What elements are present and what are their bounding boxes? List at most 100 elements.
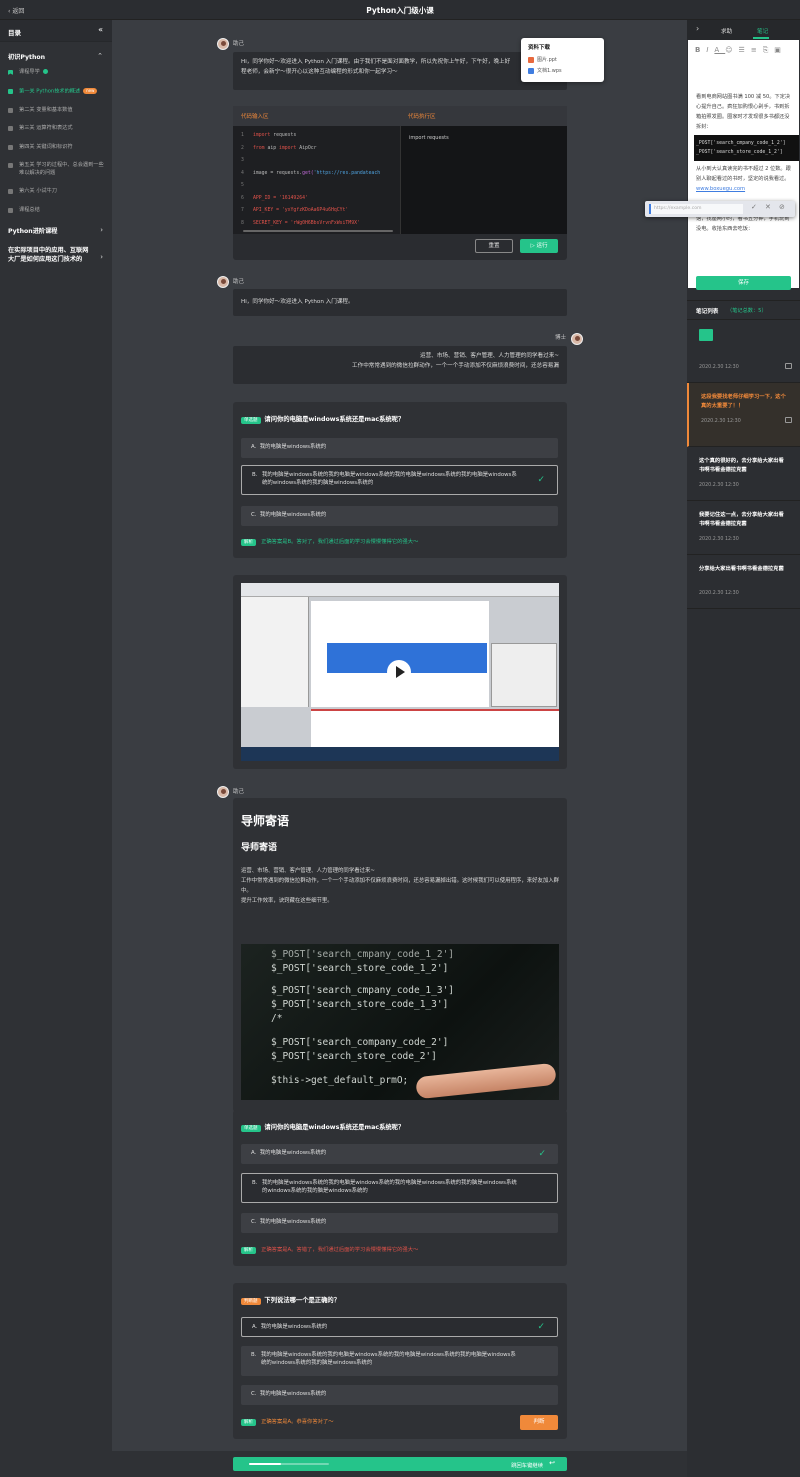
collapse-sidebar-icon[interactable]: «: [98, 25, 103, 34]
note-item[interactable]: 分享给大家出看书啊书看金德拉克菌 2020.2.30 12:30: [687, 555, 800, 609]
sidebar-lesson-item[interactable]: 课程导学: [0, 69, 112, 77]
note-item[interactable]: 这段我要找老师仔细学习一下，这个真的太重要了！！ 2020.2.30 12:30: [687, 383, 800, 447]
sidebar-lesson-item[interactable]: 课程总结: [0, 207, 112, 215]
note-item[interactable]: 这个真的很好的，去分享给大家出看书啊书看金德拉克菌 2020.2.30 12:30: [687, 447, 800, 501]
article-card: 导师寄语 导师寄语 运营、市场、营销、客户管理、人力管理的同学看过来~ 工作中常…: [233, 798, 567, 1112]
quiz-card: 判断题 下列说法哪一个是正确的？ A. 我的电脑是windows系统的 ✓ B. 我…: [233, 1283, 567, 1439]
note-editor[interactable]: BIA☺☰≡⎘▣ 看到电商网站图书满 100 减 50。下定决心提升自己。疯狂加…: [688, 40, 799, 288]
link-input[interactable]: https://example.com: [649, 204, 743, 214]
editor-link[interactable]: www.boxuegu.com: [696, 186, 745, 192]
bold-icon[interactable]: B: [695, 46, 706, 54]
quiz-card: 单选题 请问你的电脑是windows系统还是mac系统呢？ A. 我的电脑是wi…: [233, 1110, 567, 1266]
file-name: 图片.ppt: [537, 57, 557, 63]
sidebar-lesson-item[interactable]: 第二关 变量和基本数值: [0, 107, 112, 115]
lock-icon: [8, 207, 13, 213]
sidebar-lesson-item[interactable]: 第三关 运算符和表达式: [0, 125, 112, 133]
code-input-area[interactable]: 1 import requests 2 from aip import AipOcr 3…: [233, 126, 400, 234]
code-output-label: 代码执行区: [408, 114, 436, 120]
quiz-option-selected[interactable]: B. 我的电脑是windows系统的我的电脑是windows系统的我的电脑是win…: [241, 465, 558, 495]
option-text: 我的电脑是windows系统的我的电脑是windows系统的我的电脑是windo…: [262, 1180, 517, 1194]
message-text: Hi，同学你好～欢迎进入 Python 入门课程。由于我们不是面对面教学，所以先…: [241, 59, 511, 65]
chat-message: Hi，同学你好～欢迎进入 Python 入门课程。: [233, 289, 567, 316]
flag-icon: [8, 70, 13, 75]
check-icon: ✓: [537, 1322, 545, 1332]
tab-help[interactable]: 求助: [721, 27, 732, 35]
attach-icon[interactable]: ⎘: [763, 46, 775, 54]
flag-icon: [8, 88, 13, 94]
code-token: import: [253, 133, 271, 138]
option-text: 我的电脑是windows系统的我的电脑是windows系统的我的电脑是windo…: [261, 1352, 516, 1366]
avatar: [571, 333, 583, 345]
ordered-list-icon[interactable]: ≡: [751, 46, 763, 54]
option-letter: A.: [252, 1324, 258, 1330]
note-text: 这个真的很好的，去分享给大家出看书啊书看金德拉克菌: [699, 458, 784, 473]
sidebar-lesson-item[interactable]: 第四关 关键词和标识符: [0, 144, 112, 152]
quiz-option-selected[interactable]: A. 我的电脑是windows系统的 ✓: [241, 1317, 558, 1337]
option-letter: C.: [251, 512, 257, 518]
notes-count: （笔记总数：5）: [727, 308, 767, 314]
lesson-content: 助己 Hi，同学你好～欢迎进入 Python 入门课程。由于我们不是面对面教学，…: [112, 20, 687, 1477]
option-letter: C.: [251, 1219, 257, 1225]
unlink-icon[interactable]: ⊘: [779, 203, 785, 211]
quiz-option[interactable]: C. 我的电脑是windows系统的: [241, 1213, 558, 1233]
code-token: get(: [302, 170, 314, 176]
judge-button[interactable]: 判断: [520, 1415, 558, 1430]
play-button[interactable]: [387, 660, 411, 684]
quiz-option[interactable]: B. 我的电脑是windows系统的我的电脑是windows系统的我的电脑是win…: [241, 1346, 558, 1376]
reset-button[interactable]: 重置: [475, 239, 513, 253]
quiz-type-badge: 判断题: [241, 1298, 261, 1305]
quiz-header: 单选题 请问你的电脑是windows系统还是mac系统呢？: [241, 1122, 404, 1132]
code-editor-card: 代码输入区 代码执行区 1 import requests 2 from aip im…: [233, 106, 567, 260]
confirm-link-icon[interactable]: ✓: [751, 203, 757, 211]
download-popover: 资料下载 图片.ppt 文档1.wps: [521, 38, 604, 82]
lesson-label: 第五关 学习的过程中、总会遇到一些难以解决的问题: [19, 162, 104, 176]
video-player[interactable]: [241, 583, 559, 761]
code-input-label: 代码输入区: [241, 114, 269, 120]
message-text: Hi，同学你好～欢迎进入 Python 入门课程。: [241, 299, 354, 305]
underline-icon[interactable]: A: [714, 46, 725, 54]
quiz-option-correct[interactable]: A. 我的电脑是windows系统的 ✓: [241, 1144, 558, 1164]
run-button[interactable]: ▷ 运行: [520, 239, 558, 253]
quiz-option[interactable]: C. 我的电脑是windows系统的: [241, 1385, 558, 1405]
sidebar-lesson-item[interactable]: 第一关 Python技术的概述 new: [0, 87, 112, 96]
code-token: requests: [270, 133, 297, 138]
download-file[interactable]: 文档1.wps: [528, 67, 597, 74]
video-taskbar: [241, 747, 559, 761]
note-text: 我要记住这一点，去分享给大家出看书啊书看金德拉克菌: [699, 512, 784, 527]
emoji-icon[interactable]: ☺: [725, 46, 738, 54]
teacher-name: 助己: [233, 789, 245, 795]
line-number: 7: [241, 208, 244, 213]
option-text: 我的电脑是windows系统的: [259, 1150, 327, 1156]
note-item[interactable]: 2020.2.30 12:30: [687, 321, 800, 383]
collapse-panel-icon[interactable]: ›: [696, 24, 699, 33]
list-icon[interactable]: ☰: [739, 46, 751, 54]
quiz-option[interactable]: A. 我的电脑是windows系统的: [241, 438, 558, 458]
quiz-option[interactable]: C. 我的电脑是windows系统的: [241, 506, 558, 526]
sidebar-lesson-item[interactable]: 第六关 小试牛刀: [0, 188, 112, 196]
quiz-option-selected[interactable]: B. 我的电脑是windows系统的我的电脑是windows系统的我的电脑是win…: [241, 1173, 558, 1203]
note-item[interactable]: 我要记住这一点，去分享给大家出看书啊书看金德拉克菌 2020.2.30 12:30: [687, 501, 800, 555]
tab-notes[interactable]: 笔记: [757, 27, 768, 35]
quiz-type-badge: 单选题: [241, 417, 261, 424]
save-button[interactable]: 保存: [696, 276, 791, 290]
code-scrollbar[interactable]: [243, 230, 393, 232]
option-letter: C.: [251, 1391, 257, 1397]
cancel-link-icon[interactable]: ✕: [765, 203, 771, 211]
photo-code-line: $_POST['search_company_code_2']: [271, 1037, 449, 1048]
progress-track: [249, 1463, 329, 1465]
photo-code-line: $_POST['search_cmpany_code_1_2']: [271, 949, 455, 960]
note-image-icon[interactable]: [785, 417, 792, 423]
download-file[interactable]: 图片.ppt: [528, 56, 597, 63]
section-advanced[interactable]: Python进阶课程 ›: [0, 226, 112, 235]
lock-icon: [8, 126, 13, 131]
sidebar-lesson-item[interactable]: 第五关 学习的过程中、总会遇到一些难以解决的问题: [0, 162, 112, 177]
note-image-icon[interactable]: [785, 363, 792, 369]
image-icon[interactable]: ▣: [774, 46, 787, 54]
section-practice[interactable]: 在实际项目中的应用、互联网大厂是如何应用这门技术的 ›: [0, 247, 112, 264]
file-name: 文档1.wps: [537, 68, 562, 74]
option-letter: B.: [251, 1352, 257, 1358]
section-beginner[interactable]: 初识Python ⌃: [0, 52, 112, 61]
note-date: 2020.2.30 12:30: [701, 419, 741, 424]
note-text: 分享给大家出看书啊书看金德拉克菌: [699, 566, 784, 572]
continue-button[interactable]: 跳回车键继续 ↩: [233, 1457, 567, 1471]
